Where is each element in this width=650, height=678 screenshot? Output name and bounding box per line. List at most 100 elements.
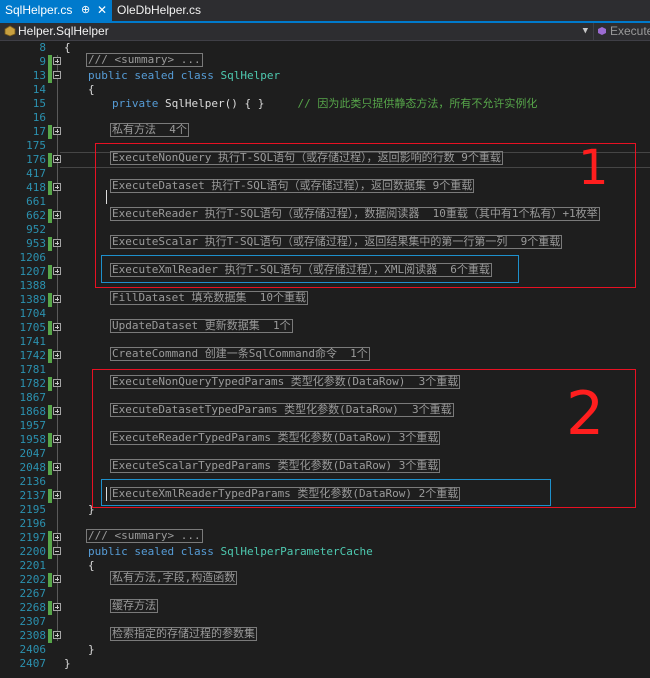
line-number: 662: [26, 209, 46, 222]
line-number: 2268: [19, 601, 47, 614]
code-line[interactable]: 2197 /// <summary> ...: [0, 529, 650, 545]
expand-icon[interactable]: [53, 239, 61, 247]
line-number: 13: [32, 69, 46, 82]
line-number: 2196: [19, 517, 47, 530]
line-number: 16: [32, 111, 46, 124]
keyword: public sealed class: [88, 545, 214, 558]
line-number: 2136: [19, 475, 47, 488]
collapsed-region[interactable]: /// <summary> ...: [86, 53, 203, 67]
code-line[interactable]: 17 私有方法 4个: [0, 123, 650, 139]
line-number: 2047: [19, 447, 47, 460]
collapsed-region[interactable]: CreateCommand 创建一条SqlCommand命令 1个: [110, 347, 370, 361]
code-line[interactable]: 1704: [0, 307, 650, 321]
change-marker: [48, 209, 52, 223]
change-marker: [48, 629, 52, 643]
line-number: 418: [26, 181, 46, 194]
code-line[interactable]: 1742 CreateCommand 创建一条SqlCommand命令 1个: [0, 347, 650, 363]
collapsed-region[interactable]: FillDataset 填充数据集 10个重载: [110, 291, 308, 305]
code-text: public sealed class SqlHelperParameterCa…: [88, 545, 373, 559]
code-line[interactable]: 2267: [0, 587, 650, 601]
expand-icon[interactable]: [53, 211, 61, 219]
line-number: 175: [26, 139, 46, 152]
tab-sqlhelper[interactable]: SqlHelper.cs ⊕ ✕: [0, 0, 112, 21]
navigation-bar: Helper.SqlHelper ▼ Execute: [0, 23, 650, 41]
code-line[interactable]: 2268 缓存方法: [0, 599, 650, 615]
collapsed-region[interactable]: 缓存方法: [110, 599, 158, 613]
line-number: 661: [26, 195, 46, 208]
code-comment: // 因为此类只提供静态方法，所有不允许实例化: [297, 97, 538, 110]
expand-icon[interactable]: [53, 155, 61, 163]
expand-icon[interactable]: [53, 435, 61, 443]
line-number: 1782: [19, 377, 47, 390]
document-tab-bar: SqlHelper.cs ⊕ ✕ OleDbHelper.cs: [0, 0, 650, 21]
annotation-box-xmlreader: [101, 255, 519, 283]
code-line[interactable]: 2307: [0, 615, 650, 629]
collapsed-region[interactable]: 私有方法 4个: [110, 123, 189, 137]
change-marker: [48, 545, 52, 559]
expand-icon[interactable]: [53, 57, 61, 65]
line-number: 176: [26, 153, 46, 166]
change-marker: [48, 573, 52, 587]
class-selector-label: Helper.SqlHelper: [18, 24, 109, 38]
line-number: 1705: [19, 321, 47, 334]
code-text: }: [88, 643, 95, 656]
collapse-icon[interactable]: [53, 71, 61, 79]
line-number: 1388: [19, 279, 47, 292]
code-line[interactable]: 1389 FillDataset 填充数据集 10个重载: [0, 291, 650, 307]
collapsed-region[interactable]: /// <summary> ...: [86, 529, 203, 543]
line-number: 17: [32, 125, 46, 138]
code-line[interactable]: 16: [0, 111, 650, 125]
expand-icon[interactable]: [53, 603, 61, 611]
keyword: private: [112, 97, 159, 110]
code-line[interactable]: 14 {: [0, 83, 650, 97]
expand-icon[interactable]: [53, 183, 61, 191]
line-number: 2197: [19, 531, 47, 544]
code-line[interactable]: 13 public sealed class SqlHelper: [0, 69, 650, 83]
line-number: 2267: [19, 587, 47, 600]
expand-icon[interactable]: [53, 533, 61, 541]
expand-icon[interactable]: [53, 127, 61, 135]
code-line[interactable]: 9 /// <summary> ...: [0, 53, 650, 69]
code-line[interactable]: 1705 UpdateDataset 更新数据集 1个: [0, 319, 650, 335]
annotation-label-1: 1: [578, 140, 609, 196]
code-line[interactable]: 2201 {: [0, 559, 650, 573]
expand-icon[interactable]: [53, 323, 61, 331]
expand-icon[interactable]: [53, 295, 61, 303]
collapsed-region[interactable]: 私有方法,字段,构造函数: [110, 571, 238, 585]
close-icon[interactable]: ✕: [97, 0, 107, 21]
code-line[interactable]: 2202 私有方法,字段,构造函数: [0, 571, 650, 587]
line-number: 1957: [19, 419, 47, 432]
collapsed-region[interactable]: UpdateDataset 更新数据集 1个: [110, 319, 293, 333]
expand-icon[interactable]: [53, 463, 61, 471]
line-number: 2201: [19, 559, 47, 572]
expand-icon[interactable]: [53, 351, 61, 359]
class-selector-dropdown[interactable]: Helper.SqlHelper ▼: [0, 23, 592, 40]
expand-icon[interactable]: [53, 267, 61, 275]
line-number: 417: [26, 167, 46, 180]
pin-icon[interactable]: ⊕: [81, 0, 90, 21]
code-editor[interactable]: 8 {9 /// <summary> ... 13 public sealed clas…: [0, 41, 650, 678]
change-marker: [48, 489, 52, 503]
expand-icon[interactable]: [53, 379, 61, 387]
code-text: public sealed class SqlHelper: [88, 69, 280, 83]
tab-oledbhelper[interactable]: OleDbHelper.cs: [112, 0, 212, 21]
expand-icon[interactable]: [53, 631, 61, 639]
expand-icon[interactable]: [53, 491, 61, 499]
code-line[interactable]: 2407}: [0, 657, 650, 671]
expand-icon[interactable]: [53, 407, 61, 415]
change-marker: [48, 377, 52, 391]
code-line[interactable]: 2308 检索指定的存储过程的参数集: [0, 627, 650, 643]
code-line[interactable]: 15 private SqlHelper() { } // 因为此类只提供静态方法…: [0, 97, 650, 111]
change-marker: [48, 461, 52, 475]
expand-icon[interactable]: [53, 575, 61, 583]
member-selector-dropdown[interactable]: Execute: [593, 23, 650, 40]
line-number: 1868: [19, 405, 47, 418]
code-line[interactable]: 2200 public sealed class SqlHelperParamet…: [0, 545, 650, 559]
code-line[interactable]: 2406}: [0, 643, 650, 657]
line-number: 1867: [19, 391, 47, 404]
line-number: 952: [26, 223, 46, 236]
collapse-icon[interactable]: [53, 547, 61, 555]
line-number: 2407: [19, 657, 47, 670]
collapsed-region[interactable]: 检索指定的存储过程的参数集: [110, 627, 257, 641]
line-number: 2048: [19, 461, 47, 474]
